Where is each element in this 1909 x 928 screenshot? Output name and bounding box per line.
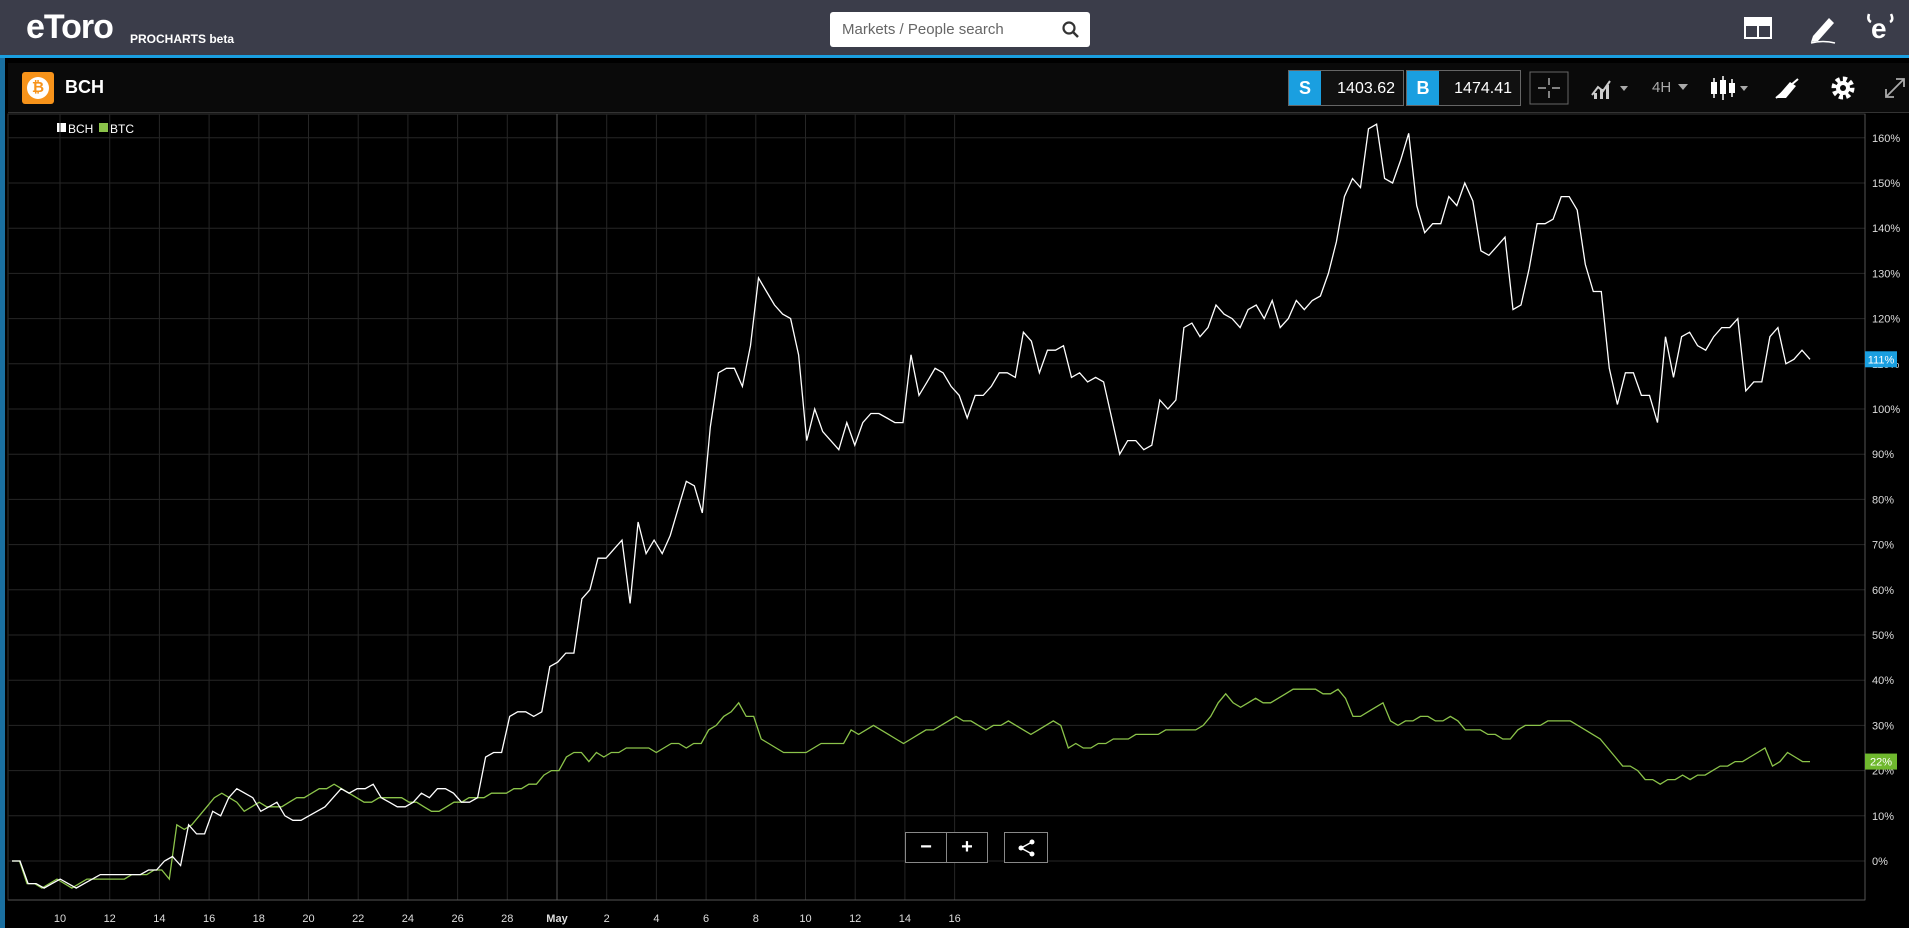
- procharts-label: PROCHARTS beta: [130, 32, 235, 46]
- instrument-bar: ₿ BCH S 1403.62 B 1474.41 4H: [8, 63, 1909, 113]
- sell-label: S: [1289, 71, 1321, 105]
- y-tick-label: 20%: [1872, 766, 1894, 778]
- zoom-in-button[interactable]: +: [946, 832, 988, 863]
- chevron-down-icon: [1678, 84, 1688, 90]
- buy-button[interactable]: B 1474.41: [1406, 70, 1521, 106]
- pencil-icon[interactable]: [1805, 10, 1841, 46]
- x-tick-label: 12: [104, 913, 116, 925]
- y-tick-label: 40%: [1872, 675, 1894, 687]
- last-value-badge-bch: [1865, 351, 1897, 368]
- x-tick-label: 28: [501, 913, 513, 925]
- x-tick-label: 2: [604, 913, 610, 925]
- instrument-symbol: BCH: [65, 77, 104, 97]
- search-icon[interactable]: [1060, 19, 1082, 41]
- svg-text:e: e: [1871, 13, 1887, 44]
- legend-swatch-btc: [99, 123, 108, 132]
- drawing-icon[interactable]: [1770, 71, 1804, 105]
- etoro-e-icon[interactable]: e: [1863, 10, 1899, 46]
- chart-type-icon[interactable]: [1586, 71, 1634, 105]
- y-tick-label: 150%: [1872, 178, 1900, 190]
- top-bar: eToro PROCHARTS beta Markets / People se…: [0, 0, 1909, 58]
- search-box[interactable]: Markets / People search: [830, 12, 1090, 47]
- left-edge-bar: [0, 58, 5, 928]
- x-tick-label: 14: [153, 913, 165, 925]
- share-button[interactable]: [1004, 832, 1048, 863]
- sell-button[interactable]: S 1403.62: [1288, 70, 1404, 106]
- x-tick-label: 6: [703, 913, 709, 925]
- crosshair-icon[interactable]: [1529, 71, 1569, 105]
- fullscreen-icon[interactable]: [1878, 71, 1909, 105]
- x-tick-label: 20: [302, 913, 314, 925]
- x-tick-label: 18: [253, 913, 265, 925]
- y-tick-label: 100%: [1872, 404, 1900, 416]
- last-value-label-btc: 22%: [1870, 757, 1892, 769]
- y-tick-label: 160%: [1872, 133, 1900, 145]
- x-tick-label: 16: [203, 913, 215, 925]
- legend-swatch-bch: [57, 123, 66, 132]
- timeframe-select[interactable]: 4H: [1650, 71, 1690, 105]
- x-tick-label: 26: [451, 913, 463, 925]
- last-value-label-bch: 111%: [1868, 354, 1895, 366]
- y-tick-label: 60%: [1872, 585, 1894, 597]
- buy-price: 1474.41: [1454, 80, 1512, 97]
- y-tick-label: 140%: [1872, 223, 1900, 235]
- x-tick-label: 12: [849, 913, 861, 925]
- timeframe-label: 4H: [1652, 79, 1672, 96]
- candlestick-icon[interactable]: [1706, 71, 1754, 105]
- last-value-badge-btc: [1865, 753, 1897, 770]
- series-line-bch: [12, 123, 1811, 889]
- x-tick-label: 24: [402, 913, 414, 925]
- x-tick-label: 8: [753, 913, 759, 925]
- y-tick-label: 110%: [1872, 359, 1900, 371]
- y-tick-label: 90%: [1872, 449, 1894, 461]
- share-icon: [1018, 839, 1035, 857]
- plot-frame: [7, 113, 1866, 901]
- x-tick-label: 10: [54, 913, 66, 925]
- sell-price: 1403.62: [1337, 80, 1395, 97]
- legend-label-bch: BCH: [68, 122, 94, 136]
- search-input[interactable]: Markets / People search: [842, 21, 1004, 38]
- x-tick-label: 22: [352, 913, 364, 925]
- y-tick-label: 50%: [1872, 630, 1894, 642]
- zoom-out-button[interactable]: −: [905, 832, 947, 863]
- y-tick-label: 120%: [1872, 314, 1900, 326]
- etoro-logo[interactable]: eToro: [26, 8, 114, 47]
- legend-label-btc: BTC: [110, 122, 134, 136]
- y-tick-label: 70%: [1872, 540, 1894, 552]
- bitcoin-icon: ₿: [22, 72, 54, 104]
- gear-icon[interactable]: [1826, 71, 1860, 105]
- price-chart[interactable]: 0% 10% 20% 30% 40% 50% 60% 70% 80% 90% 100% 110% 120…: [0, 0, 1909, 928]
- y-tick-label: 30%: [1872, 720, 1894, 732]
- y-tick-label: 10%: [1872, 811, 1894, 823]
- buy-label: B: [1407, 71, 1439, 105]
- x-tick-label: 16: [948, 913, 960, 925]
- x-tick-label: 10: [799, 913, 811, 925]
- y-tick-label: 0%: [1872, 856, 1888, 868]
- x-tick-label: 4: [653, 913, 659, 925]
- x-tick-label: May: [546, 913, 568, 925]
- y-tick-label: 130%: [1872, 268, 1900, 280]
- y-tick-label: 80%: [1872, 494, 1894, 506]
- layout-icon[interactable]: [1740, 10, 1776, 46]
- x-tick-label: 14: [899, 913, 911, 925]
